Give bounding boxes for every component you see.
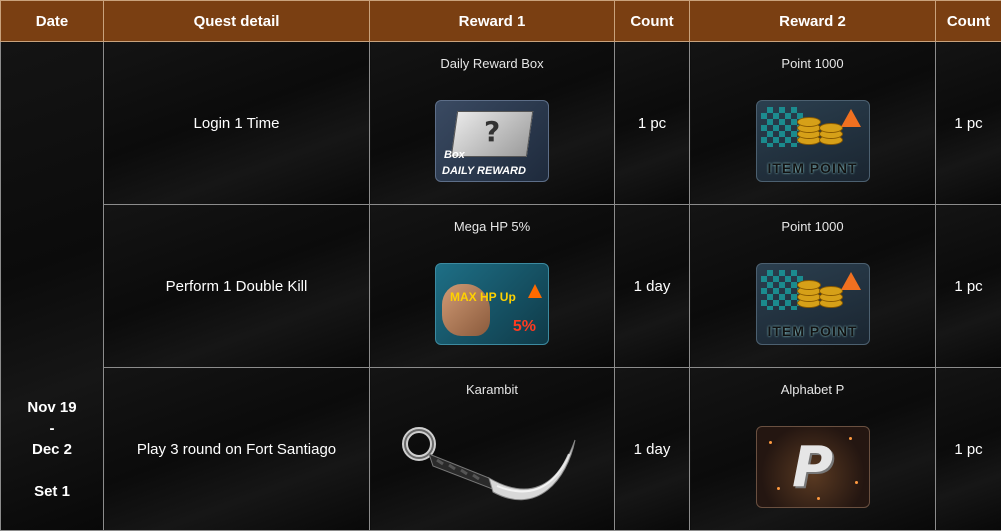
table-row: Perform 1 Double Kill Mega HP 5% MAX HP … [1, 205, 1001, 368]
icon-label: 5% [513, 318, 536, 336]
reward-1-cell: Daily Reward Box ? Box DAILY REWARD [370, 42, 615, 205]
header-quest-detail: Quest detail [104, 1, 370, 42]
alphabet-p-icon: P [756, 426, 870, 508]
quest-detail-cell: Perform 1 Double Kill [104, 205, 370, 368]
count-1-cell: 1 day [615, 368, 690, 531]
table-row: Nov 19 - Dec 2 Set 1 Login 1 Time Daily … [1, 42, 1001, 205]
count-2-cell: 1 pc [936, 42, 1001, 205]
item-point-icon: ITEM POINT [756, 100, 870, 182]
reward-2-cell: Point 1000 ITEM POINT [690, 42, 936, 205]
reward-1-cell: Karambit [370, 368, 615, 531]
reward-1-cell: Mega HP 5% MAX HP Up 5% [370, 205, 615, 368]
daily-reward-box-icon: ? Box DAILY REWARD [435, 100, 549, 182]
reward-name: Point 1000 [690, 56, 935, 72]
date-start: Nov 19 [1, 397, 103, 418]
reward-name: Karambit [370, 382, 614, 398]
reward-name: Daily Reward Box [370, 56, 614, 72]
reward-2-cell: Alphabet P P [690, 368, 936, 531]
icon-label: MAX HP Up [450, 290, 516, 304]
karambit-knife-icon [397, 420, 587, 516]
count-2-cell: 1 pc [936, 368, 1001, 531]
header-reward-1: Reward 1 [370, 1, 615, 42]
icon-label: ITEM POINT [757, 323, 869, 339]
reward-name: Point 1000 [690, 219, 935, 235]
quest-detail-cell: Play 3 round on Fort Santiago [104, 368, 370, 531]
header-count-1: Count [615, 1, 690, 42]
date-range-cell: Nov 19 - Dec 2 Set 1 [1, 42, 104, 531]
table-row: Play 3 round on Fort Santiago Karambit 1… [1, 368, 1001, 531]
icon-label: DAILY REWARD [442, 165, 526, 177]
header-reward-2: Reward 2 [690, 1, 936, 42]
set-label: Set 1 [1, 481, 103, 502]
date-separator: - [1, 418, 103, 439]
quest-reward-table: Date Quest detail Reward 1 Count Reward … [0, 0, 1001, 531]
reward-2-cell: Point 1000 ITEM POINT [690, 205, 936, 368]
header-row: Date Quest detail Reward 1 Count Reward … [1, 1, 1001, 42]
date-end: Dec 2 [1, 439, 103, 460]
count-1-cell: 1 day [615, 205, 690, 368]
header-date: Date [1, 1, 104, 42]
reward-name: Alphabet P [690, 382, 935, 398]
quest-detail-cell: Login 1 Time [104, 42, 370, 205]
icon-label: ITEM POINT [757, 160, 869, 176]
count-1-cell: 1 pc [615, 42, 690, 205]
reward-name: Mega HP 5% [370, 219, 614, 235]
max-hp-up-icon: MAX HP Up 5% [435, 263, 549, 345]
icon-label: Box [444, 149, 465, 161]
header-count-2: Count [936, 1, 1001, 42]
count-2-cell: 1 pc [936, 205, 1001, 368]
item-point-icon: ITEM POINT [756, 263, 870, 345]
icon-label: P [757, 435, 869, 500]
